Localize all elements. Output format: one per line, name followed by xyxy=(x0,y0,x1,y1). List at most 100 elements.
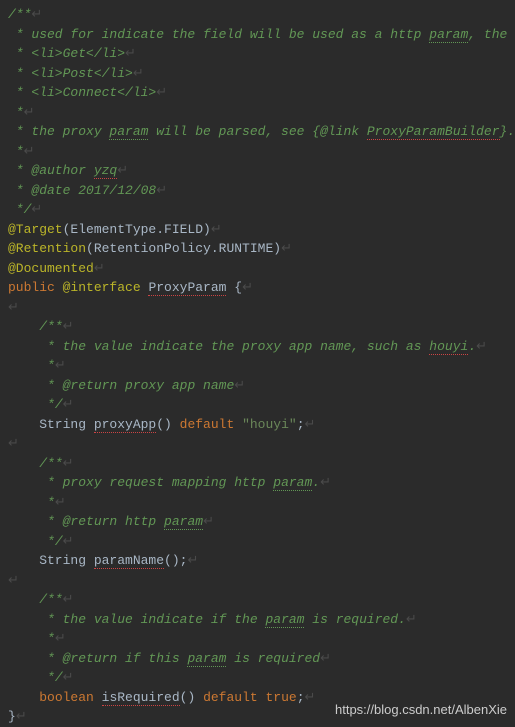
code-token: isRequired xyxy=(102,690,180,706)
code-token: ↵ xyxy=(63,592,74,607)
code-token xyxy=(8,378,39,393)
code-line: String paramName();↵ xyxy=(8,551,507,571)
code-token xyxy=(8,690,39,705)
code-line: * @return if this param is required↵ xyxy=(8,649,507,669)
code-token: ↵ xyxy=(242,280,253,295)
code-token: ↵ xyxy=(24,144,35,159)
code-editor[interactable]: /**↵ * used for indicate the field will … xyxy=(8,5,507,727)
code-line: * @return proxy app name↵ xyxy=(8,376,507,396)
code-token: public xyxy=(8,280,63,295)
code-line: *↵ xyxy=(8,493,507,513)
code-token: @Retention xyxy=(8,241,86,256)
code-token: ↵ xyxy=(94,261,105,276)
code-token: /** xyxy=(39,592,62,607)
code-token: will be parsed, see {@link xyxy=(148,124,366,139)
code-token: ↵ xyxy=(305,690,316,705)
code-token: ↵ xyxy=(63,670,74,685)
code-token: . xyxy=(468,339,476,354)
code-token: */ xyxy=(39,534,62,549)
code-token xyxy=(8,592,39,607)
code-token: (ElementType. xyxy=(63,222,164,237)
code-line: * @author yzq↵ xyxy=(8,161,507,181)
code-token: ↵ xyxy=(476,339,487,354)
code-token: * <li>Get</li> xyxy=(8,46,125,61)
code-token: * <li>Connect</li> xyxy=(8,85,156,100)
code-token: default xyxy=(180,417,242,432)
code-token xyxy=(8,475,39,490)
code-token xyxy=(8,631,39,646)
code-token: /** xyxy=(8,7,31,22)
code-token: ↵ xyxy=(187,553,198,568)
code-token: @Target xyxy=(8,222,63,237)
code-line: * @date 2017/12/08↵ xyxy=(8,181,507,201)
code-token: * @author xyxy=(8,163,94,178)
code-token: param xyxy=(187,651,226,667)
code-token: FIELD xyxy=(164,222,203,237)
code-token: String xyxy=(8,553,94,568)
code-token: { xyxy=(226,280,242,295)
code-token: ↵ xyxy=(234,378,245,393)
code-line: */↵ xyxy=(8,532,507,552)
code-token: ; xyxy=(297,417,305,432)
code-token: * the value indicate the proxy app name,… xyxy=(39,339,429,354)
code-token xyxy=(8,358,39,373)
code-line: /**↵ xyxy=(8,454,507,474)
code-token: () xyxy=(180,690,203,705)
code-token: ↵ xyxy=(133,66,144,81)
code-token: ProxyParam xyxy=(148,280,226,296)
code-token: ↵ xyxy=(305,417,316,432)
code-token: houyi xyxy=(429,339,468,355)
code-token xyxy=(8,670,39,685)
code-token: * proxy request mapping http xyxy=(39,475,273,490)
code-token xyxy=(8,495,39,510)
code-token: ↵ xyxy=(31,7,42,22)
code-token xyxy=(8,456,39,471)
code-token: ↵ xyxy=(320,475,331,490)
code-token: * <li>Post</li> xyxy=(8,66,133,81)
code-token: }. xyxy=(500,124,515,139)
code-token xyxy=(8,339,39,354)
code-line: * @return http param↵ xyxy=(8,512,507,532)
code-line: ↵ xyxy=(8,571,507,591)
code-line: */↵ xyxy=(8,668,507,688)
code-token: ↵ xyxy=(8,573,19,588)
code-line: */↵ xyxy=(8,200,507,220)
watermark-text: https://blog.csdn.net/AlbenXie xyxy=(335,700,507,720)
code-token xyxy=(8,397,39,412)
code-token: ↵ xyxy=(320,651,331,666)
code-token xyxy=(8,534,39,549)
code-token: ; xyxy=(297,690,305,705)
code-token: ↵ xyxy=(203,514,214,529)
code-token: ) xyxy=(203,222,211,237)
code-token: */ xyxy=(39,397,62,412)
code-token: */ xyxy=(8,202,31,217)
code-token: param xyxy=(109,124,148,140)
code-line: /**↵ xyxy=(8,317,507,337)
code-token: ↵ xyxy=(117,163,128,178)
code-token: } xyxy=(8,709,16,724)
code-line: * <li>Get</li>↵ xyxy=(8,44,507,64)
code-token: ↵ xyxy=(63,397,74,412)
code-token xyxy=(8,514,39,529)
code-token: "houyi" xyxy=(242,417,297,432)
code-line: * the proxy param will be parsed, see {@… xyxy=(8,122,507,142)
code-token: boolean xyxy=(39,690,101,705)
code-token: ↵ xyxy=(63,456,74,471)
code-token: , the http request methods include as fo… xyxy=(468,27,515,42)
code-token: paramName xyxy=(94,553,164,569)
code-line: /**↵ xyxy=(8,590,507,610)
code-token: /** xyxy=(39,456,62,471)
code-line: *↵ xyxy=(8,356,507,376)
code-token: String xyxy=(8,417,94,432)
code-token: * the proxy xyxy=(8,124,109,139)
code-token: (RetentionPolicy. xyxy=(86,241,219,256)
code-token: param xyxy=(164,514,203,530)
code-token: * @return if this xyxy=(39,651,187,666)
code-token: ↵ xyxy=(55,358,66,373)
code-line: @Documented↵ xyxy=(8,259,507,279)
code-token: * @date 2017/12/08 xyxy=(8,183,156,198)
code-token: @Documented xyxy=(8,261,94,276)
code-token: ↵ xyxy=(55,631,66,646)
code-token: ) xyxy=(273,241,281,256)
code-line: * used for indicate the field will be us… xyxy=(8,25,507,45)
